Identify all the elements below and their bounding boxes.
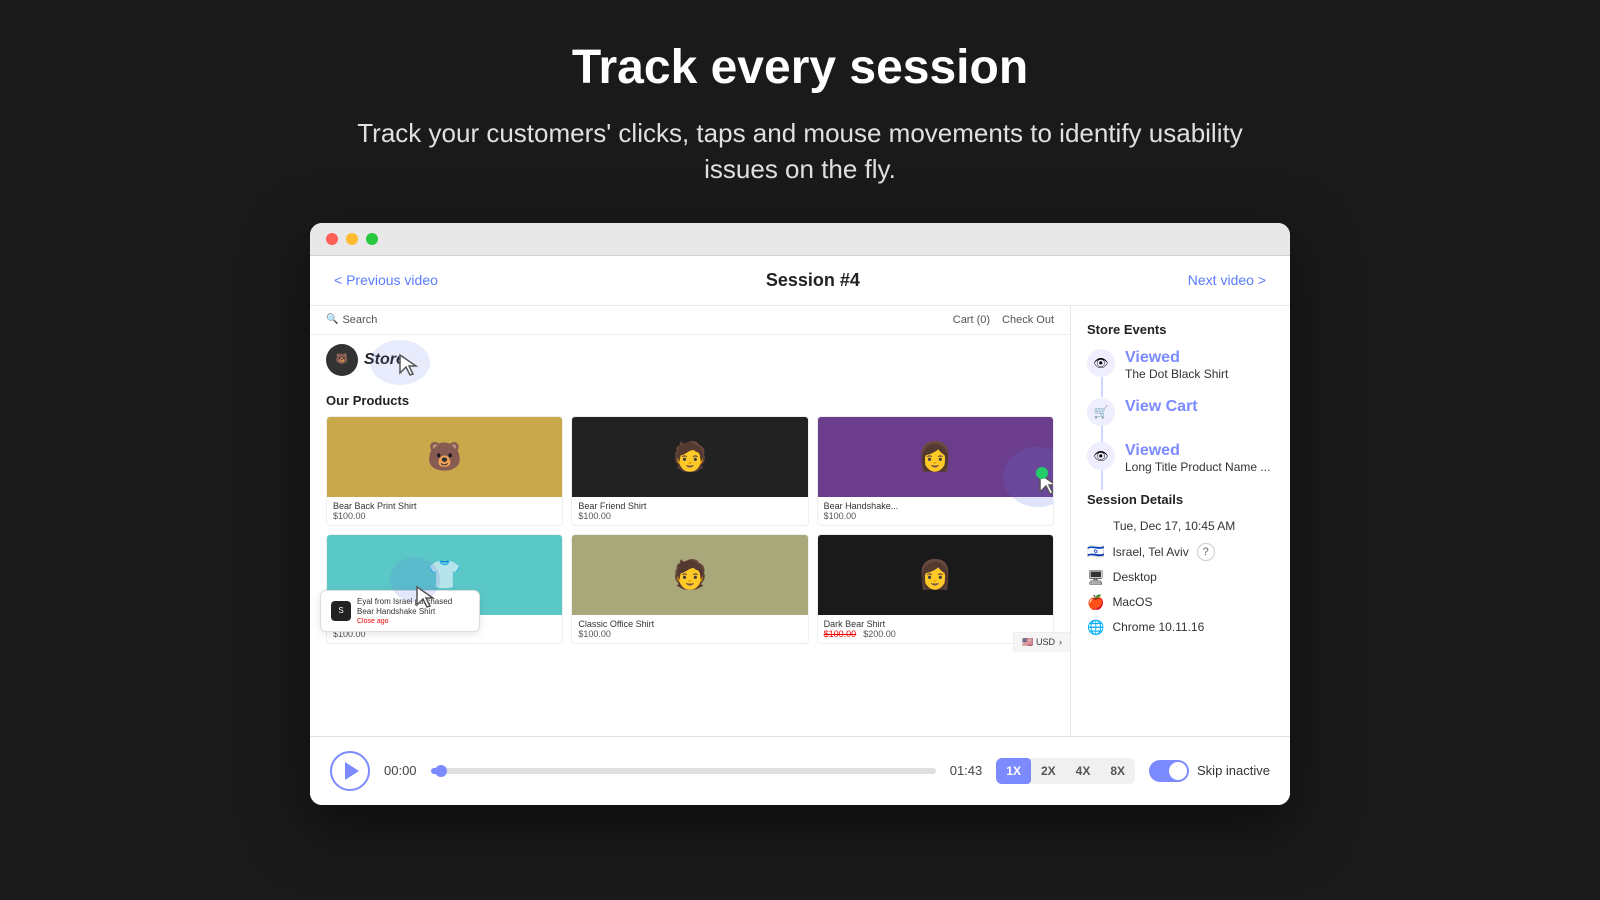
location-help-icon[interactable]: ? <box>1197 543 1215 561</box>
product-price-2: $100.00 <box>578 511 801 521</box>
event-label-1: Viewed <box>1125 349 1228 367</box>
chrome-icon: 🌐 <box>1087 619 1104 636</box>
store-logo-area: 🐻 Store <box>310 335 1070 385</box>
store-view: 🔍 Search Cart (0) Check Out 🐻 S <box>310 306 1070 736</box>
product-name-5: Classic Office Shirt <box>578 619 801 629</box>
cursor-arrow-1 <box>398 353 418 382</box>
page-subtitle: Track your customers' clicks, taps and m… <box>350 115 1250 188</box>
viewed-icon-2: 👁 <box>1087 442 1115 470</box>
product-name-2: Bear Friend Shirt <box>578 501 801 511</box>
currency-bar[interactable]: 🇺🇸 USD › <box>1013 632 1070 652</box>
product-price-6: $200.00 <box>863 629 896 639</box>
flag-icon: 🇮🇱 <box>1087 543 1104 560</box>
product-price-1: $100.00 <box>333 511 556 521</box>
speed-controls: 1X 2X 4X 8X <box>996 758 1135 784</box>
viewed-icon-1: 👁 <box>1087 349 1115 377</box>
green-dot <box>1036 467 1048 479</box>
session-title: Session #4 <box>766 270 860 291</box>
device-text: Desktop <box>1113 570 1157 584</box>
browser-body: < Previous video Session #4 Next video >… <box>310 256 1290 805</box>
product-name-1: Bear Back Print Shirt <box>333 501 556 511</box>
session-nav: < Previous video Session #4 Next video > <box>310 256 1290 306</box>
notif-shopify-icon: S <box>331 601 351 621</box>
browser-titlebar <box>310 223 1290 256</box>
product-price-3: $100.00 <box>824 511 1047 521</box>
page-title: Track every session <box>572 40 1028 95</box>
store-events-title: Store Events <box>1087 322 1274 337</box>
products-title: Our Products <box>326 393 1054 408</box>
sidebar: Store Events 👁 Viewed The Dot Black Shir… <box>1070 306 1290 736</box>
event-item-3: 👁 Viewed Long Title Product Name ... <box>1087 442 1274 476</box>
speed-8x[interactable]: 8X <box>1100 758 1135 784</box>
store-logo: 🐻 <box>326 344 358 376</box>
product-price-5: $100.00 <box>578 629 801 639</box>
cart-icon: 🛒 <box>1087 398 1115 426</box>
progress-dot[interactable] <box>435 765 447 777</box>
notif-time: Close ago <box>357 618 452 625</box>
product-card-5[interactable]: 🧑 Classic Office Shirt $100.00 <box>571 534 808 644</box>
prev-video-link[interactable]: < Previous video <box>334 272 438 288</box>
datetime-text: Tue, Dec 17, 10:45 AM <box>1113 519 1235 533</box>
cursor-arrow-3 <box>415 585 435 614</box>
calendar-icon <box>1087 517 1105 535</box>
speed-2x[interactable]: 2X <box>1031 758 1066 784</box>
toggle-knob <box>1169 762 1187 780</box>
browser-text: Chrome 10.11.16 <box>1112 620 1204 634</box>
notif-product: Bear Handshake Shirt <box>357 607 452 617</box>
minimize-dot[interactable] <box>346 233 358 245</box>
product-name-6: Dark Bear Shirt <box>824 619 1047 629</box>
speed-4x[interactable]: 4X <box>1066 758 1101 784</box>
desktop-icon: 🖥 <box>1087 569 1105 586</box>
product-card-1[interactable]: 🐻 Bear Back Print Shirt $100.00 <box>326 416 563 526</box>
event-detail-1: The Dot Black Shirt <box>1125 367 1228 383</box>
event-item-1: 👁 Viewed The Dot Black Shirt <box>1087 349 1274 383</box>
location-text: Israel, Tel Aviv <box>1112 545 1188 559</box>
apple-icon: 🍎 <box>1087 594 1104 611</box>
detail-os: 🍎 MacOS <box>1087 594 1274 611</box>
detail-location: 🇮🇱 Israel, Tel Aviv ? <box>1087 543 1274 561</box>
store-header: 🔍 Search Cart (0) Check Out <box>310 306 1070 335</box>
progress-bar[interactable] <box>431 768 936 774</box>
checkout-label: Check Out <box>1002 314 1054 326</box>
event-detail-3: Long Title Product Name ... <box>1125 460 1270 476</box>
product-card-6[interactable]: 👩 Dark Bear Shirt $100.00 $200.00 <box>817 534 1054 644</box>
current-time: 00:00 <box>384 763 417 778</box>
detail-device: 🖥 Desktop <box>1087 569 1274 586</box>
skip-inactive-toggle: Skip inactive <box>1149 760 1270 782</box>
main-content: 🔍 Search Cart (0) Check Out 🐻 S <box>310 306 1290 736</box>
cart-label: Cart (0) <box>953 314 990 326</box>
detail-browser: 🌐 Chrome 10.11.16 <box>1087 619 1274 636</box>
browser-window: < Previous video Session #4 Next video >… <box>310 223 1290 805</box>
event-label-3: Viewed <box>1125 442 1270 460</box>
event-label-2: View Cart <box>1125 398 1198 416</box>
play-button[interactable] <box>330 751 370 791</box>
os-text: MacOS <box>1112 595 1152 609</box>
toggle-switch[interactable] <box>1149 760 1189 782</box>
store-content-wrapper: 🔍 Search Cart (0) Check Out 🐻 S <box>310 306 1070 652</box>
product-price-sale-6: $100.00 <box>824 629 857 639</box>
maximize-dot[interactable] <box>366 233 378 245</box>
product-card-3[interactable]: 👩 Bear Handshake... $100.00 <box>817 416 1054 526</box>
detail-datetime: Tue, Dec 17, 10:45 AM <box>1087 517 1274 535</box>
playback-bar: 00:00 01:43 1X 2X 4X 8X Skip inactive <box>310 736 1290 805</box>
total-time: 01:43 <box>950 763 983 778</box>
product-name-3: Bear Handshake... <box>824 501 1047 511</box>
next-video-link[interactable]: Next video > <box>1188 272 1266 288</box>
session-details-title: Session Details <box>1087 492 1274 507</box>
speed-1x[interactable]: 1X <box>996 758 1031 784</box>
product-card-2[interactable]: 🧑 Bear Friend Shirt $100.00 <box>571 416 808 526</box>
skip-label: Skip inactive <box>1197 763 1270 778</box>
event-item-2: 🛒 View Cart <box>1087 398 1274 426</box>
play-icon <box>345 762 359 780</box>
search-label: Search <box>342 314 377 326</box>
close-dot[interactable] <box>326 233 338 245</box>
